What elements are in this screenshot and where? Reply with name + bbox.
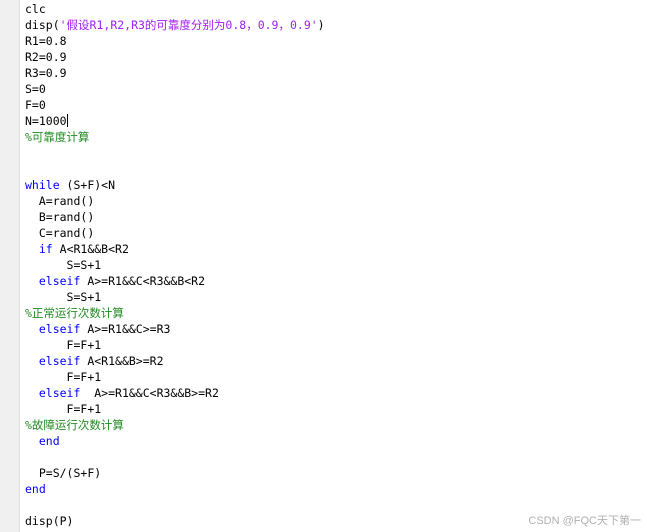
code-line[interactable]: F=0 xyxy=(25,97,325,113)
code-text: A<R1&&B<R2 xyxy=(52,242,129,256)
code-keyword: elseif xyxy=(38,386,81,400)
code-text: B=rand() xyxy=(38,210,95,224)
code-text: R3=0.9 xyxy=(25,66,67,80)
code-keyword: if xyxy=(38,242,53,256)
code-line[interactable]: clc xyxy=(25,1,325,17)
code-line[interactable]: F=F+1 xyxy=(25,401,325,417)
code-line[interactable]: if A<R1&&B<R2 xyxy=(25,241,325,257)
code-text: (S+F)<N xyxy=(59,178,116,192)
code-editor[interactable]: clc disp('假设R1,R2,R3的可靠度分别为0.8，0.9，0.9') R… xyxy=(0,0,647,532)
code-line[interactable]: %可靠度计算 xyxy=(25,129,325,145)
code-line[interactable]: %故障运行次数计算 xyxy=(25,417,325,433)
code-line[interactable] xyxy=(25,449,325,465)
code-line[interactable]: %正常运行次数计算 xyxy=(25,305,325,321)
code-line[interactable]: A=rand() xyxy=(25,193,325,209)
code-line[interactable]: R2=0.9 xyxy=(25,49,325,65)
code-text: A>=R1&&C<R3&&B<R2 xyxy=(80,274,206,288)
code-text: C=rand() xyxy=(38,226,95,240)
code-text: P=S/(S+F) xyxy=(38,466,102,480)
code-text: A<R1&&B>=R2 xyxy=(80,354,164,368)
code-line[interactable]: N=1000 xyxy=(25,113,325,129)
code-keyword: elseif xyxy=(38,274,81,288)
code-line[interactable] xyxy=(25,161,325,177)
code-line[interactable]: elseif A>=R1&&C>=R3 xyxy=(25,321,325,337)
code-line[interactable]: elseif A>=R1&&C<R3&&B<R2 xyxy=(25,273,325,289)
code-line[interactable]: while (S+F)<N xyxy=(25,177,325,193)
code-text: disp( xyxy=(25,18,60,32)
code-line[interactable]: R3=0.9 xyxy=(25,65,325,81)
code-text: F=F+1 xyxy=(66,370,102,384)
code-text: R1=0.8 xyxy=(25,34,67,48)
watermark: CSDN @FQC天下第一 xyxy=(528,515,641,527)
code-line[interactable]: end xyxy=(25,433,325,449)
code-keyword: elseif xyxy=(38,354,81,368)
code-keyword: elseif xyxy=(38,322,81,336)
code-text: F=0 xyxy=(25,98,46,112)
code-text: A=rand() xyxy=(38,194,95,208)
code-text: S=S+1 xyxy=(66,290,102,304)
code-text: A>=R1&&C>=R3 xyxy=(80,322,171,336)
code-line[interactable]: S=0 xyxy=(25,81,325,97)
code-text: S=S+1 xyxy=(66,258,102,272)
code-text: F=F+1 xyxy=(66,338,102,352)
text-cursor xyxy=(66,114,68,127)
code-text: N=1000 xyxy=(25,114,67,128)
code-keyword: end xyxy=(38,434,60,448)
code-text: S=0 xyxy=(25,82,46,96)
code-line[interactable]: C=rand() xyxy=(25,225,325,241)
code-line[interactable]: disp(P) xyxy=(25,513,325,529)
code-comment: %正常运行次数计算 xyxy=(25,306,124,320)
editor-gutter xyxy=(0,0,20,532)
code-line[interactable]: S=S+1 xyxy=(25,257,325,273)
code-line[interactable]: elseif A>=R1&&C<R3&&B>=R2 xyxy=(25,385,325,401)
code-area[interactable]: clc disp('假设R1,R2,R3的可靠度分别为0.8，0.9，0.9') R… xyxy=(25,1,325,529)
code-line[interactable]: R1=0.8 xyxy=(25,33,325,49)
code-text: clc xyxy=(25,2,46,16)
code-text: F=F+1 xyxy=(66,402,102,416)
code-string: '假设R1,R2,R3的可靠度分别为0.8，0.9，0.9' xyxy=(59,18,318,32)
code-comment: %故障运行次数计算 xyxy=(25,418,124,432)
code-keyword: end xyxy=(25,482,46,496)
code-line[interactable]: S=S+1 xyxy=(25,289,325,305)
code-text: A>=R1&&C<R3&&B>=R2 xyxy=(80,386,219,400)
code-text: disp(P) xyxy=(25,514,74,528)
code-line[interactable]: disp('假设R1,R2,R3的可靠度分别为0.8，0.9，0.9') xyxy=(25,17,325,33)
code-line[interactable]: B=rand() xyxy=(25,209,325,225)
code-line[interactable]: F=F+1 xyxy=(25,369,325,385)
code-line[interactable] xyxy=(25,145,325,161)
code-line[interactable]: end xyxy=(25,481,325,497)
code-line[interactable]: P=S/(S+F) xyxy=(25,465,325,481)
code-line[interactable]: F=F+1 xyxy=(25,337,325,353)
code-comment: %可靠度计算 xyxy=(25,130,90,144)
code-line[interactable]: elseif A<R1&&B>=R2 xyxy=(25,353,325,369)
code-line[interactable] xyxy=(25,497,325,513)
code-text: R2=0.9 xyxy=(25,50,67,64)
code-keyword: while xyxy=(25,178,60,192)
code-text: ) xyxy=(317,18,325,32)
